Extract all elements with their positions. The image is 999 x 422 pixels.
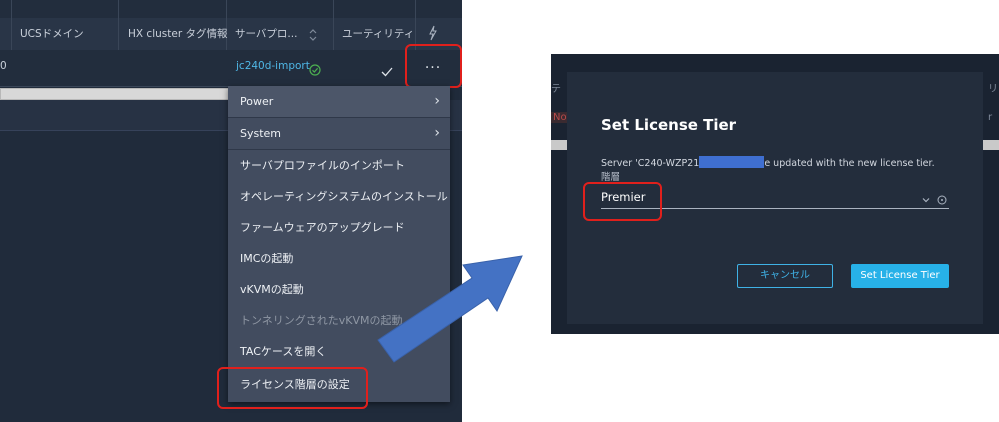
menu-item-power[interactable]: Power › — [228, 86, 450, 117]
sort-icon[interactable] — [309, 27, 317, 41]
set-license-tier-button[interactable]: Set License Tier — [851, 264, 949, 288]
highlight-box-tier-select — [583, 182, 662, 221]
check-circle-icon — [309, 61, 321, 76]
menu-item-label: Power — [240, 95, 274, 108]
column-header-utility[interactable]: ユーティリティ — [342, 18, 414, 50]
message-suffix: e updated with the new license tier. — [764, 158, 935, 169]
dialog-message: Server 'C240-WZP21 e updated with the new… — [601, 156, 935, 169]
column-header-hx-cluster-tags[interactable]: HX cluster タグ情報 — [128, 18, 227, 50]
chevron-right-icon: › — [434, 93, 440, 109]
column-header-ucs-domain[interactable]: UCSドメイン — [20, 18, 84, 50]
menu-item-upgrade-firmware[interactable]: ファームウェアのアップグレード — [228, 212, 450, 243]
highlight-box-license-tier-item — [217, 367, 368, 409]
redaction-block — [699, 156, 765, 168]
dialog-title: Set License Tier — [601, 116, 737, 134]
tier-field-label: 階層 — [601, 172, 621, 183]
background-text-fragment: リ — [988, 84, 998, 95]
menu-item-system[interactable]: System › — [228, 118, 450, 149]
cancel-button[interactable]: キャンセル — [737, 264, 833, 288]
background-scrollbar — [551, 140, 567, 150]
chevron-right-icon: › — [434, 125, 440, 141]
checkmark-icon — [381, 62, 393, 77]
info-icon[interactable] — [937, 190, 947, 205]
arrow-graphic — [370, 248, 530, 378]
set-license-tier-dialog: Set License Tier Server 'C240-WZP21 e upd… — [567, 72, 983, 324]
header-top-strip — [0, 0, 462, 18]
background-text-fragment: テ — [551, 84, 561, 95]
highlight-box-more-button — [405, 44, 462, 88]
background-text-fragment: r — [988, 112, 993, 123]
chevron-down-icon[interactable] — [921, 190, 931, 203]
license-dialog-screenshot: テ リ Not r Set License Tier Server 'C240-… — [551, 54, 999, 334]
row-cut-value: 0 — [0, 60, 7, 72]
server-profile-link[interactable]: jc240d-import — [236, 60, 310, 72]
horizontal-scrollbar[interactable] — [0, 88, 232, 100]
background-scrollbar — [983, 140, 999, 150]
menu-item-install-os[interactable]: オペレーティングシステムのインストール — [228, 181, 450, 212]
pin-icon[interactable] — [427, 25, 439, 41]
column-header-server-profile[interactable]: サーバプロ... — [235, 18, 297, 50]
message-prefix: Server 'C240-WZP21 — [601, 158, 700, 169]
menu-item-import-server-profile[interactable]: サーバプロファイルのインポート — [228, 150, 450, 181]
menu-item-label: System — [240, 127, 282, 140]
